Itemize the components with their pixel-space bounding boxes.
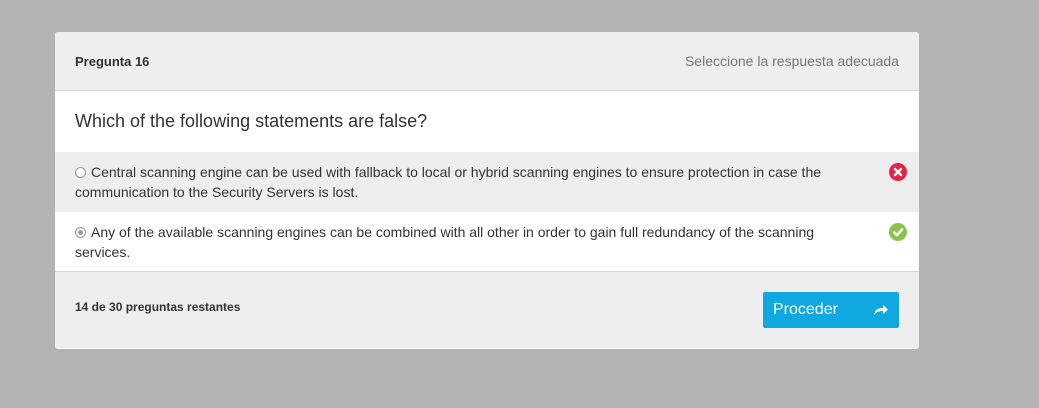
question-header: Pregunta 16 Seleccione la respuesta adec… bbox=[55, 32, 919, 91]
question-text: Which of the following statements are fa… bbox=[75, 111, 428, 131]
question-number: Pregunta 16 bbox=[75, 53, 150, 69]
answer-option-text: Central scanning engine can be used with… bbox=[75, 164, 822, 200]
quiz-card: Pregunta 16 Seleccione la respuesta adec… bbox=[55, 32, 919, 349]
answer-option-text: Any of the available scanning engines ca… bbox=[75, 224, 815, 260]
share-arrow-icon bbox=[874, 305, 888, 315]
question-instruction: Seleccione la respuesta adecuada bbox=[684, 53, 899, 69]
radio-button[interactable] bbox=[75, 167, 86, 178]
answer-option-1[interactable]: Central scanning engine can be used with… bbox=[55, 152, 919, 212]
proceed-button[interactable]: Proceder bbox=[763, 292, 899, 328]
x-circle-icon bbox=[889, 163, 907, 181]
radio-button-selected[interactable] bbox=[75, 227, 86, 238]
remaining-count: 14 de 30 preguntas restantes bbox=[75, 300, 241, 314]
quiz-footer: 14 de 30 preguntas restantes Proceder bbox=[55, 272, 919, 348]
answer-option-2[interactable]: Any of the available scanning engines ca… bbox=[55, 212, 919, 272]
check-circle-icon bbox=[889, 223, 907, 241]
proceed-label: Proceder bbox=[773, 301, 838, 318]
